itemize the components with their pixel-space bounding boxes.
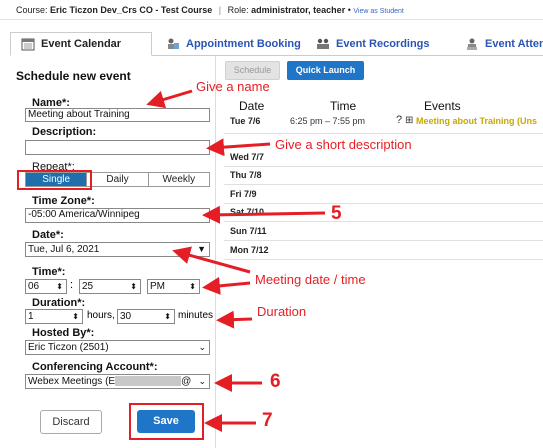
arrow-time bbox=[202, 276, 251, 295]
annotation-give-description: Give a short description bbox=[275, 137, 412, 152]
annotation-meeting-datetime: Meeting date / time bbox=[255, 272, 366, 287]
arrow-date bbox=[172, 246, 251, 274]
annotation-step-5: 5 bbox=[331, 203, 342, 224]
arrow-duration bbox=[216, 310, 253, 329]
arrow-name bbox=[146, 89, 193, 109]
annotation-step-7: 7 bbox=[262, 410, 273, 431]
annotation-give-name: Give a name bbox=[196, 79, 270, 94]
arrow-description bbox=[206, 138, 271, 157]
annotation-step-6: 6 bbox=[270, 371, 281, 392]
annotation-duration: Duration bbox=[257, 304, 307, 319]
arrow-timezone bbox=[202, 205, 326, 224]
